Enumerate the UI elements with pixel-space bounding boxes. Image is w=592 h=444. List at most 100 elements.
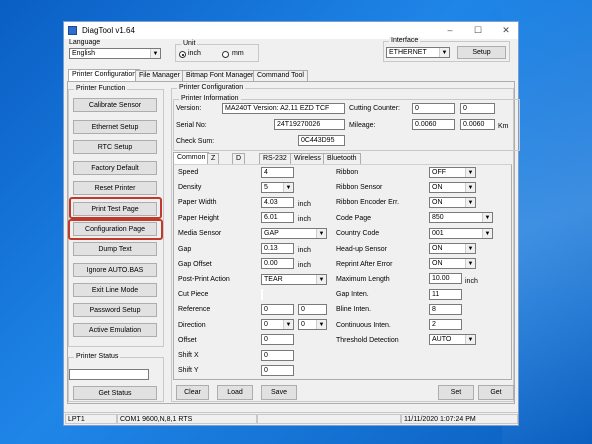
language-select[interactable]: English ▼ [69,48,161,59]
ethernet-setup-button[interactable]: Ethernet Setup [73,120,157,134]
title-bar: DiagTool v1.64 – ☐ ✕ [64,22,518,39]
get-status-button[interactable]: Get Status [73,386,157,400]
tab-d[interactable]: D [232,153,246,164]
clear-button[interactable]: Clear [176,385,209,400]
diagtool-window: DiagTool v1.64 – ☐ ✕ Language English ▼ … [63,21,520,426]
unit-inch-radio[interactable] [179,51,186,58]
shift-x-label: Shift X [178,352,199,359]
reset-printer-button[interactable]: Reset Printer [73,181,157,195]
code-page-value: 850 [432,214,444,221]
threshold-detection-select[interactable]: AUTO ▼ [429,334,476,345]
gap-label: Gap [178,246,192,253]
unit-mm-label: mm [232,50,244,57]
direction-select-1[interactable]: 0 ▼ [261,319,294,330]
interface-select[interactable]: ETHERNET ▼ [386,47,450,58]
serial-label: Serial No: [176,122,207,129]
media-sensor-select[interactable]: GAP ▼ [261,228,327,239]
password-setup-button[interactable]: Password Setup [73,303,157,317]
continuous-inten-field[interactable]: 2 [429,319,462,330]
country-code-select[interactable]: 001 ▼ [429,228,493,239]
paper-height-unit: inch [298,216,311,223]
calibrate-sensor-button[interactable]: Calibrate Sensor [73,98,157,112]
chevron-down-icon: ▼ [283,183,293,192]
density-select[interactable]: 5 ▼ [261,182,294,193]
tab-command-tool[interactable]: Command Tool [253,70,308,81]
reprint-value: ON [432,260,443,267]
shift-y-field[interactable]: 0 [261,365,294,376]
tab-z[interactable]: Z [207,153,220,164]
tab-printer-configuration[interactable]: Printer Configuration [68,69,141,81]
paper-height-field[interactable]: 6.01 [261,212,294,223]
country-code-label: Country Code [336,230,380,237]
code-page-label: Code Page [336,215,372,222]
tab-bitmap-font-manager[interactable]: Bitmap Font Manager [182,70,258,81]
checksum-field: 0C443D95 [298,135,345,146]
chevron-down-icon: ▼ [465,259,475,268]
unit-inch-label: inch [188,50,201,57]
ribbon-encoder-select[interactable]: ON ▼ [429,197,476,208]
exit-line-mode-button[interactable]: Exit Line Mode [73,283,157,297]
direction-select-2[interactable]: 0 ▼ [298,319,327,330]
speed-label: Speed [178,169,199,176]
offset-label: Offset [178,337,197,344]
tab-wireless[interactable]: Wireless [290,153,325,164]
active-emulation-button[interactable]: Active Emulation [73,323,157,337]
gap-field[interactable]: 0.13 [261,243,294,254]
paper-width-field[interactable]: 4.03 [261,197,294,208]
headup-sensor-select[interactable]: ON ▼ [429,243,476,254]
offset-field[interactable]: 0 [261,334,294,345]
set-button[interactable]: Set [438,385,474,400]
unit-label: Unit [181,40,198,47]
mileage-field-1: 0.0060 [412,119,455,130]
cutting-counter-label: Cutting Counter: [349,105,400,112]
media-sensor-value: GAP [264,230,279,237]
printer-function-title: Printer Function [74,85,128,92]
tab-bluetooth[interactable]: Bluetooth [323,153,361,164]
chevron-down-icon: ▼ [316,320,326,329]
ribbon-sensor-select[interactable]: ON ▼ [429,182,476,193]
mileage-field-2: 0.0060 [460,119,495,130]
rtc-setup-button[interactable]: RTC Setup [73,140,157,154]
close-button[interactable]: ✕ [492,24,520,37]
reprint-select[interactable]: ON ▼ [429,258,476,269]
ignore-autobas-button[interactable]: Ignore AUTO.BAS [73,263,157,277]
chevron-down-icon: ▼ [316,275,326,284]
chevron-down-icon: ▼ [465,198,475,207]
unit-mm-radio[interactable] [222,51,229,58]
get-button[interactable]: Get [478,385,514,400]
max-length-unit: inch [465,278,478,285]
factory-default-button[interactable]: Factory Default [73,161,157,175]
gap-offset-field[interactable]: 0.00 [261,258,294,269]
ribbon-select[interactable]: OFF ▼ [429,167,476,178]
language-value: English [72,50,95,57]
speed-field[interactable]: 4 [261,167,294,178]
tab-common[interactable]: Common [173,152,210,164]
reference-y-field[interactable]: 0 [298,304,327,315]
shift-x-field[interactable]: 0 [261,350,294,361]
bline-inten-field[interactable]: 8 [429,304,462,315]
reference-x-field[interactable]: 0 [261,304,294,315]
ribbon-sensor-label: Ribbon Sensor [336,184,383,191]
direction-value-1: 0 [264,321,268,328]
max-length-field[interactable]: 10.00 [429,273,462,284]
maximize-button[interactable]: ☐ [464,24,492,37]
tab-file-manager[interactable]: File Manager [135,70,184,81]
gap-unit: inch [298,247,311,254]
minimize-button[interactable]: – [436,24,464,37]
unit-group: Unit inch mm [175,40,259,62]
headup-sensor-label: Head-up Sensor [336,246,387,253]
dump-text-button[interactable]: Dump Text [73,242,157,256]
chevron-down-icon: ▼ [283,320,293,329]
save-button[interactable]: Save [261,385,297,400]
gap-inten-field[interactable]: 11 [429,289,462,300]
printer-status-field[interactable] [69,369,149,380]
tab-rs232[interactable]: RS-232 [259,153,291,164]
chevron-down-icon: ▼ [439,48,449,57]
load-button[interactable]: Load [217,385,253,400]
continuous-inten-label: Continuous Inten. [336,322,391,329]
post-print-select[interactable]: TEAR ▼ [261,274,327,285]
interface-setup-button[interactable]: Setup [457,46,506,59]
status-port: LPT1 [65,414,117,424]
code-page-select[interactable]: 850 ▼ [429,212,493,223]
bline-inten-label: Bline Inten. [336,306,372,313]
